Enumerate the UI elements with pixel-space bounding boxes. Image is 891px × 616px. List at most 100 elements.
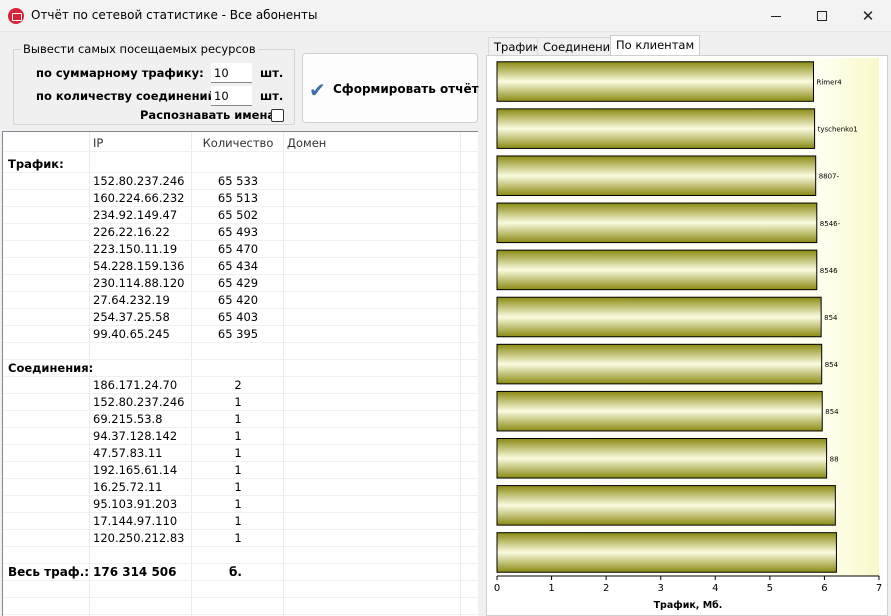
total-unit: б.	[229, 565, 242, 579]
table-row[interactable]: 186.171.24.70 2	[3, 377, 478, 394]
count-cell: 2	[234, 378, 242, 392]
count-cell: 1	[234, 480, 242, 494]
tab-by-clients[interactable]: По клиентам	[610, 35, 701, 56]
table-row[interactable]: 69.215.53.8 1	[3, 411, 478, 428]
check-icon: ✔	[309, 78, 326, 102]
count-cell: 65 493	[217, 225, 259, 239]
count-cell: 1	[234, 531, 242, 545]
bar-label-2: 8807-	[819, 173, 840, 181]
bar-0	[496, 61, 815, 102]
bar-8	[496, 437, 828, 479]
table-row[interactable]: 17.144.97.110 1	[3, 513, 478, 530]
bar-label-5: 854	[824, 314, 838, 322]
table-row	[3, 547, 478, 564]
x-tick-label-6: 6	[821, 583, 827, 594]
close-icon: ✕	[861, 6, 875, 25]
total-label: Весь траф.:	[8, 565, 90, 579]
table-row[interactable]: 223.150.11.19 65 470	[3, 241, 478, 258]
table-row[interactable]: 54.228.159.136 65 434	[3, 258, 478, 275]
count-cell: 65 434	[217, 259, 259, 273]
ip-cell: 152.80.237.246	[93, 174, 185, 188]
table-row[interactable]: 152.80.237.246 1	[3, 394, 478, 411]
minimize-button[interactable]	[753, 0, 799, 32]
resolve-names-label: Распознавать имена	[140, 108, 276, 122]
count-cell: 1	[234, 412, 242, 426]
by-traffic-unit: шт.	[260, 66, 284, 80]
x-tick-label-5: 5	[767, 583, 773, 594]
column-header-count[interactable]: Количество	[193, 136, 283, 150]
traffic-section-row: Трафик:	[3, 156, 478, 173]
bar-label-4: 8546	[820, 267, 838, 275]
x-tick-label-4: 4	[712, 583, 718, 594]
table-row[interactable]: 95.103.91.203 1	[3, 496, 478, 513]
connections-section-row: Соединения:	[3, 360, 478, 377]
ip-cell: 192.165.61.14	[93, 463, 178, 477]
table-row[interactable]: 230.114.88.120 65 429	[3, 275, 478, 292]
bar-1	[496, 108, 816, 149]
bar-label-3: 8546-	[820, 220, 841, 228]
ip-cell: 230.114.88.120	[93, 276, 185, 290]
count-cell: 1	[234, 395, 242, 409]
count-cell: 1	[234, 446, 242, 460]
count-cell: 65 513	[217, 191, 259, 205]
bar-2	[496, 155, 817, 197]
table-row[interactable]: 152.80.237.246 65 533	[3, 173, 478, 190]
by-traffic-input[interactable]	[211, 63, 252, 83]
bar-9	[496, 485, 836, 526]
column-header-domain[interactable]: Домен	[287, 136, 326, 150]
bar-6	[496, 343, 823, 385]
ip-cell: 152.80.237.246	[93, 395, 185, 409]
table-row[interactable]: 234.92.149.47 65 502	[3, 207, 478, 224]
by-connections-input[interactable]	[211, 86, 252, 106]
count-cell: 1	[234, 429, 242, 443]
table-row[interactable]: 254.37.25.58 65 403	[3, 309, 478, 326]
count-cell: 65 533	[217, 174, 259, 188]
maximize-icon	[817, 11, 827, 21]
ip-cell: 120.250.212.83	[93, 531, 185, 545]
by-traffic-label: по суммарному трафику:	[36, 66, 204, 80]
bar-label-0: Rimer4	[817, 79, 843, 87]
total-value: 176 314 506	[93, 565, 177, 579]
ip-cell: 16.25.72.11	[93, 480, 163, 494]
count-cell: 65 403	[217, 310, 259, 324]
table-row[interactable]: 192.165.61.14 1	[3, 462, 478, 479]
generate-report-label: Сформировать отчёт	[333, 82, 479, 96]
table-row[interactable]: 160.224.66.232 65 513	[3, 190, 478, 207]
x-tick-label-2: 2	[603, 583, 609, 594]
traffic-section-label: Трафик:	[8, 157, 64, 171]
table-row[interactable]: 226.22.16.22 65 493	[3, 224, 478, 241]
ip-cell: 54.228.159.136	[93, 259, 185, 273]
table-row[interactable]: 94.37.128.142 1	[3, 428, 478, 445]
ip-cell: 223.150.11.19	[93, 242, 178, 256]
table-row[interactable]: 27.64.232.19 65 420	[3, 292, 478, 309]
bar-4	[496, 249, 818, 291]
column-header-ip[interactable]: IP	[93, 136, 103, 150]
close-button[interactable]: ✕	[845, 0, 891, 32]
count-cell: 1	[234, 463, 242, 477]
bar-label-6: 854	[825, 361, 839, 369]
app-icon	[8, 8, 24, 24]
title-bar: Отчёт по сетевой статистике - Все абонен…	[0, 0, 891, 32]
options-group-title: Вывести самых посещаемых ресурсов	[21, 42, 258, 56]
ip-cell: 234.92.149.47	[93, 208, 178, 222]
ip-cell: 99.40.65.245	[93, 327, 170, 341]
generate-report-button[interactable]: ✔ Сформировать отчёт	[302, 53, 479, 123]
count-cell: 65 395	[217, 327, 259, 341]
count-cell: 65 420	[217, 293, 259, 307]
ip-cell: 254.37.25.58	[93, 310, 170, 324]
ip-cell: 47.57.83.11	[93, 446, 163, 460]
bar-5	[496, 296, 822, 338]
table-row	[3, 581, 478, 598]
count-cell: 65 429	[217, 276, 259, 290]
table-row[interactable]: 16.25.72.11 1	[3, 479, 478, 496]
by-connections-label: по количеству соединений:	[36, 89, 221, 103]
clients-traffic-chart: Rimer4 tyschenko1 8807- 8546- 8546 854 854 854 8…	[494, 58, 882, 611]
ip-cell: 95.103.91.203	[93, 497, 178, 511]
report-grid[interactable]: IP Количество Домен Трафик: 152.80.237.2…	[2, 131, 478, 616]
table-row[interactable]: 99.40.65.245 65 395	[3, 326, 478, 343]
maximize-button[interactable]	[799, 0, 845, 32]
resolve-names-checkbox[interactable]	[271, 109, 284, 122]
table-row[interactable]: 47.57.83.11 1	[3, 445, 478, 462]
table-row[interactable]: 120.250.212.83 1	[3, 530, 478, 547]
count-cell: 1	[234, 497, 242, 511]
